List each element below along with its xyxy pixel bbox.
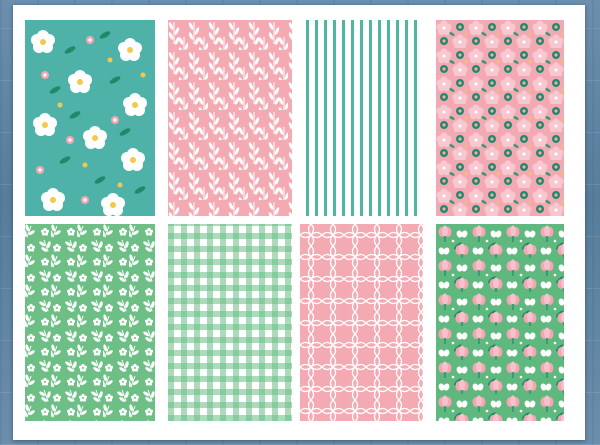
panel-pink-leaves (168, 20, 292, 216)
panel-green-floral (436, 224, 564, 421)
panel-teal-floral (25, 20, 155, 216)
panel-teal-stripes (300, 20, 423, 216)
sticker-sheet (13, 5, 585, 440)
green-floral-pattern (436, 224, 564, 421)
pink-floral-pattern (436, 20, 564, 216)
green-leaves-pattern (25, 224, 155, 421)
panel-green-leaves (25, 224, 155, 421)
pink-quatrefoil-pattern (300, 224, 423, 421)
panel-green-gingham (168, 224, 292, 421)
pink-leaves-pattern (168, 20, 292, 216)
panel-pink-floral (436, 20, 564, 216)
teal-floral-pattern (31, 29, 147, 216)
panel-pink-quatrefoil (300, 224, 423, 421)
